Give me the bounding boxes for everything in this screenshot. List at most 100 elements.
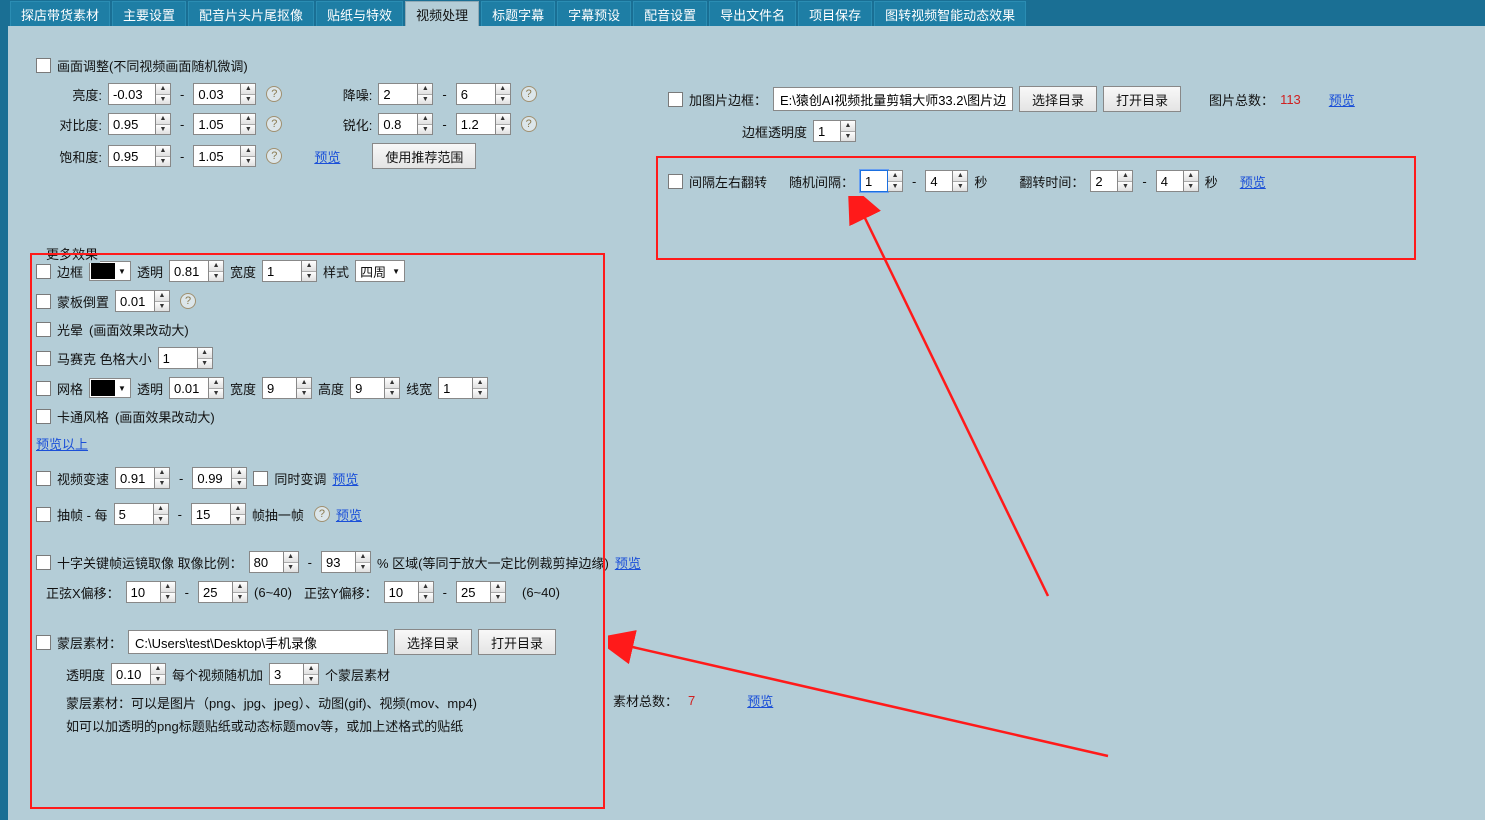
cartoon-checkbox[interactable] — [36, 409, 51, 424]
pic-border-open-button[interactable]: 打开目录 — [1103, 86, 1181, 112]
spinner[interactable]: ▲▼ — [241, 113, 256, 135]
spinner[interactable]: ▲▼ — [232, 467, 247, 489]
help-icon[interactable]: ? — [266, 86, 282, 102]
help-icon[interactable]: ? — [266, 148, 282, 164]
flip-time-from[interactable] — [1090, 170, 1118, 192]
pic-border-checkbox[interactable] — [668, 92, 683, 107]
halo-checkbox[interactable] — [36, 322, 51, 337]
use-recommended-button[interactable]: 使用推荐范围 — [372, 143, 476, 169]
spinner[interactable]: ▲▼ — [356, 551, 371, 573]
sharpen-from[interactable] — [378, 113, 418, 135]
tab-9[interactable]: 项目保存 — [798, 1, 872, 26]
spinner[interactable]: ▲▼ — [241, 83, 256, 105]
framedrop-checkbox[interactable] — [36, 507, 51, 522]
brightness-to[interactable] — [193, 83, 241, 105]
spinner[interactable]: ▲▼ — [209, 260, 224, 282]
speed-from[interactable] — [115, 467, 155, 489]
keyframe-from[interactable] — [249, 551, 284, 573]
spinner[interactable]: ▲▼ — [155, 290, 170, 312]
help-icon[interactable]: ? — [180, 293, 196, 309]
denoise-to[interactable] — [456, 83, 496, 105]
grid-height[interactable] — [350, 377, 385, 399]
help-icon[interactable]: ? — [314, 506, 330, 522]
help-icon[interactable]: ? — [521, 86, 537, 102]
spinner[interactable]: ▲▼ — [496, 83, 511, 105]
flip-random-from[interactable] — [860, 170, 888, 192]
framedrop-preview-link[interactable]: 预览 — [336, 505, 362, 524]
speed-to[interactable] — [192, 467, 232, 489]
border-width[interactable] — [262, 260, 302, 282]
spinner[interactable]: ▲▼ — [418, 83, 433, 105]
mosaic-checkbox[interactable] — [36, 351, 51, 366]
pic-border-choose-button[interactable]: 选择目录 — [1019, 86, 1097, 112]
keyframe-to[interactable] — [321, 551, 356, 573]
speed-preview-link[interactable]: 预览 — [332, 469, 358, 488]
tab-6[interactable]: 字幕预设 — [557, 1, 631, 26]
flip-random-to[interactable] — [925, 170, 953, 192]
spinner[interactable]: ▲▼ — [841, 120, 856, 142]
sync-pitch-checkbox[interactable] — [253, 471, 268, 486]
spinner[interactable]: ▲▼ — [198, 347, 213, 369]
border-opacity[interactable] — [169, 260, 209, 282]
spinner[interactable]: ▲▼ — [156, 145, 171, 167]
keyframe-preview-link[interactable]: 预览 — [615, 553, 641, 572]
border-color-picker[interactable]: ▼ — [89, 261, 131, 281]
denoise-from[interactable] — [378, 83, 418, 105]
spinner[interactable]: ▲▼ — [231, 503, 246, 525]
border-checkbox[interactable] — [36, 264, 51, 279]
spinner[interactable]: ▲▼ — [385, 377, 400, 399]
image-adjust-preview-link[interactable]: 预览 — [314, 147, 340, 166]
tab-5[interactable]: 标题字幕 — [481, 1, 555, 26]
flip-preview-link[interactable]: 预览 — [1240, 172, 1266, 191]
spinner[interactable]: ▲▼ — [302, 260, 317, 282]
border-style-select[interactable]: 四周▼ — [355, 260, 405, 282]
overlay-opacity[interactable] — [111, 663, 151, 685]
flip-time-to[interactable] — [1156, 170, 1184, 192]
speed-checkbox[interactable] — [36, 471, 51, 486]
spinner[interactable]: ▲▼ — [297, 377, 312, 399]
spinner[interactable]: ▲▼ — [161, 581, 176, 603]
mask-invert-checkbox[interactable] — [36, 294, 51, 309]
tab-10[interactable]: 图转视频智能动态效果 — [874, 1, 1026, 26]
tab-7[interactable]: 配音设置 — [633, 1, 707, 26]
grid-opacity[interactable] — [169, 377, 209, 399]
preview-above-link[interactable]: 预览以上 — [36, 434, 88, 453]
spinner[interactable]: ▲▼ — [233, 581, 248, 603]
spinner[interactable]: ▲▼ — [473, 377, 488, 399]
overlay-preview-link[interactable]: 预览 — [747, 691, 773, 710]
saturation-from[interactable] — [108, 145, 156, 167]
spinner[interactable]: ▲▼ — [156, 113, 171, 135]
sinx-to[interactable] — [198, 581, 233, 603]
grid-width[interactable] — [262, 377, 297, 399]
spinner[interactable]: ▲▼ — [156, 83, 171, 105]
spinner[interactable]: ▲▼ — [209, 377, 224, 399]
grid-checkbox[interactable] — [36, 381, 51, 396]
tab-8[interactable]: 导出文件名 — [709, 1, 796, 26]
spinner[interactable]: ▲▼ — [888, 170, 903, 192]
siny-from[interactable] — [384, 581, 419, 603]
spinner[interactable]: ▲▼ — [155, 467, 170, 489]
help-icon[interactable]: ? — [266, 116, 282, 132]
overlay-checkbox[interactable] — [36, 635, 51, 650]
grid-linewidth[interactable] — [438, 377, 473, 399]
spinner[interactable]: ▲▼ — [151, 663, 166, 685]
spinner[interactable]: ▲▼ — [154, 503, 169, 525]
spinner[interactable]: ▲▼ — [1184, 170, 1199, 192]
sharpen-to[interactable] — [456, 113, 496, 135]
overlay-pervideo-value[interactable] — [269, 663, 304, 685]
spinner[interactable]: ▲▼ — [241, 145, 256, 167]
mosaic-value[interactable] — [158, 347, 198, 369]
tab-2[interactable]: 配音片头片尾抠像 — [188, 1, 314, 26]
keyframe-checkbox[interactable] — [36, 555, 51, 570]
framedrop-to[interactable] — [191, 503, 231, 525]
contrast-from[interactable] — [108, 113, 156, 135]
overlay-path[interactable] — [128, 630, 388, 654]
grid-color-picker[interactable]: ▼ — [89, 378, 131, 398]
contrast-to[interactable] — [193, 113, 241, 135]
tab-1[interactable]: 主要设置 — [112, 1, 186, 26]
siny-to[interactable] — [456, 581, 491, 603]
spinner[interactable]: ▲▼ — [491, 581, 506, 603]
brightness-from[interactable] — [108, 83, 156, 105]
spinner[interactable]: ▲▼ — [418, 113, 433, 135]
spinner[interactable]: ▲▼ — [953, 170, 968, 192]
